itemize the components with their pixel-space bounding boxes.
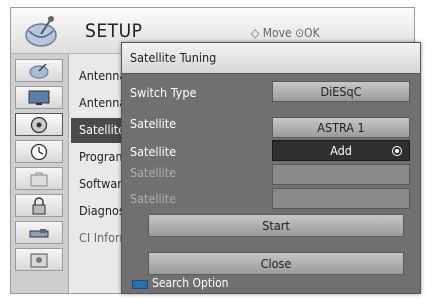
menu-item-antenna-2[interactable]: Antenna xyxy=(79,95,126,110)
switch-type-label: Switch Type xyxy=(130,85,197,100)
navigation-hint: ◇ Move ⊙OK xyxy=(251,26,320,40)
extra-menu-icon[interactable] xyxy=(15,248,63,271)
software-menu-icon[interactable] xyxy=(15,167,63,190)
add-label: Add xyxy=(330,143,352,158)
diagnostics-menu-icon[interactable] xyxy=(15,194,63,217)
briefcase-icon xyxy=(30,172,48,186)
antenna-menu-icon[interactable] xyxy=(15,59,63,82)
lock-icon xyxy=(32,196,46,214)
menu-item-diagnostics[interactable]: Diagnos xyxy=(79,203,125,218)
satellite-1-label: Satellite xyxy=(130,116,177,131)
ok-indicator-icon xyxy=(392,146,402,156)
dialog-body: Switch Type DiESqC Satellite ASTRA 1 Sat… xyxy=(122,74,420,293)
satellite-dish-icon xyxy=(29,62,49,78)
satellite-3-label: Satellite xyxy=(130,165,177,180)
satellite-tuning-dialog: Satellite Tuning Switch Type DiESqC Sate… xyxy=(121,42,421,294)
card-slot-icon xyxy=(29,228,49,237)
menu-item-antenna-1[interactable]: Antenna xyxy=(79,68,126,83)
satellite-4-label: Satellite xyxy=(130,191,177,206)
start-button[interactable]: Start xyxy=(148,214,404,237)
dialog-title-bar: Satellite Tuning xyxy=(122,43,420,74)
satellite-2-add-button[interactable]: Add xyxy=(272,140,410,161)
satellite-dish-logo-icon xyxy=(25,16,57,47)
dialog-title: Satellite Tuning xyxy=(130,50,217,65)
menu-item-program[interactable]: Program xyxy=(79,149,126,164)
disc-icon xyxy=(30,116,48,133)
ci-info-menu-icon[interactable] xyxy=(15,221,63,244)
blue-key-icon xyxy=(132,280,148,289)
search-option-label[interactable]: Search Option xyxy=(152,276,229,290)
menu-item-satellite[interactable]: Satellite xyxy=(79,122,125,137)
switch-type-select[interactable]: DiESqC xyxy=(272,81,410,102)
satellite-4-select xyxy=(272,188,410,209)
tv-menu-icon[interactable] xyxy=(15,86,63,109)
tv-icon xyxy=(28,90,50,105)
settings-card-icon xyxy=(30,253,48,267)
page-title: SETUP xyxy=(85,20,143,42)
satellite-1-select[interactable]: ASTRA 1 xyxy=(272,117,410,138)
satellite-menu-icon[interactable] xyxy=(15,113,63,136)
close-button[interactable]: Close xyxy=(148,252,404,275)
clock-icon xyxy=(30,143,48,160)
satellite-3-select xyxy=(272,164,410,185)
menu-icon-column xyxy=(11,54,69,293)
satellite-2-label: Satellite xyxy=(130,144,177,159)
program-menu-icon[interactable] xyxy=(15,140,63,163)
